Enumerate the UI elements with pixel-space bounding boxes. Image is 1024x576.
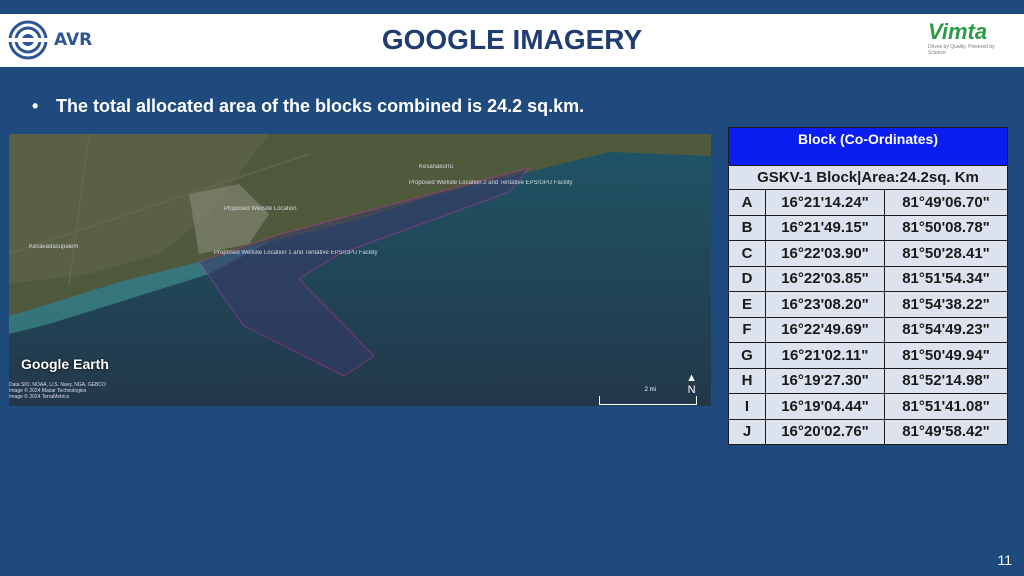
point-label: A — [728, 189, 766, 216]
table-row: G 16°21'02.11" 81°50'49.94" — [728, 342, 1008, 369]
map-scale-label: 2 mi — [644, 387, 656, 393]
table-subheader: GSKV-1 Block|Area:24.2sq. Km — [728, 165, 1008, 190]
point-label: H — [728, 367, 766, 394]
longitude-cell: 81°51'41.08" — [884, 393, 1008, 420]
table-row: E 16°23'08.20" 81°54'38.22" — [728, 291, 1008, 318]
longitude-cell: 81°50'28.41" — [884, 240, 1008, 267]
slide-header: AVR GOOGLE IMAGERY Vimta Drives by Quali… — [0, 14, 1024, 67]
point-label: I — [728, 393, 766, 420]
map-label-town: Kesavadasupalem — [29, 244, 79, 250]
point-label: G — [728, 342, 766, 369]
page-number: 11 — [997, 552, 1012, 568]
longitude-cell: 81°50'49.94" — [884, 342, 1008, 369]
longitude-cell: 81°49'58.42" — [884, 418, 1008, 445]
map-label-location1: Proposed Wellsite Location 1 and Tentati… — [214, 250, 378, 256]
map-label-location2: Proposed Wellsite Location 2 and Tentati… — [409, 180, 573, 186]
table-row: I 16°19'04.44" 81°51'41.08" — [728, 393, 1008, 420]
latitude-cell: 16°22'03.85" — [765, 265, 885, 292]
point-label: B — [728, 214, 766, 241]
table-row: C 16°22'03.90" 81°50'28.41" — [728, 240, 1008, 267]
longitude-cell: 81°50'08.78" — [884, 214, 1008, 241]
latitude-cell: 16°19'27.30" — [765, 367, 885, 394]
longitude-cell: 81°52'14.98" — [884, 367, 1008, 394]
bullet-text: The total allocated area of the blocks c… — [56, 96, 585, 116]
north-arrow-icon: ▲ N — [686, 372, 697, 396]
point-label: J — [728, 418, 766, 445]
map-graphic — [9, 134, 711, 406]
latitude-cell: 16°22'03.90" — [765, 240, 885, 267]
table-header: Block (Co-Ordinates) — [728, 127, 1008, 166]
table-row: D 16°22'03.85" 81°51'54.34" — [728, 265, 1008, 292]
longitude-cell: 81°54'38.22" — [884, 291, 1008, 318]
point-label: E — [728, 291, 766, 318]
google-earth-logo: Google Earth — [21, 356, 109, 372]
table-row: B 16°21'49.15" 81°50'08.78" — [728, 214, 1008, 241]
point-label: C — [728, 240, 766, 267]
vimta-logo: Vimta Drives by Quality, Powered by Scie… — [928, 20, 1010, 62]
vimta-logo-text: Vimta — [928, 19, 988, 44]
map-scale-bar: 2 mi — [599, 387, 697, 405]
table-row: F 16°22'49.69" 81°54'49.23" — [728, 316, 1008, 343]
satellite-map-image: Proposed Wellsite Location 2 and Tentati… — [9, 134, 711, 406]
map-credit-line: Image © 2024 TerraMetrics — [9, 394, 70, 400]
coordinates-table: Block (Co-Ordinates) GSKV-1 Block|Area:2… — [728, 127, 1008, 445]
latitude-cell: 16°21'14.24" — [765, 189, 885, 216]
map-label-town2: Kesanakurru — [419, 164, 454, 170]
point-label: F — [728, 316, 766, 343]
latitude-cell: 16°23'08.20" — [765, 291, 885, 318]
latitude-cell: 16°19'04.44" — [765, 393, 885, 420]
latitude-cell: 16°21'49.15" — [765, 214, 885, 241]
longitude-cell: 81°51'54.34" — [884, 265, 1008, 292]
table-row: J 16°20'02.76" 81°49'58.42" — [728, 418, 1008, 445]
page-title: GOOGLE IMAGERY — [381, 24, 643, 55]
map-credits: Data SIO, NOAA, U.S. Navy, NGA, GEBCO Im… — [9, 382, 106, 400]
point-label: D — [728, 265, 766, 292]
latitude-cell: 16°20'02.76" — [765, 418, 885, 445]
table-row: A 16°21'14.24" 81°49'06.70" — [728, 189, 1008, 216]
vimta-logo-tagline: Drives by Quality, Powered by Science — [928, 44, 995, 56]
longitude-cell: 81°49'06.70" — [884, 189, 1008, 216]
latitude-cell: 16°21'02.11" — [765, 342, 885, 369]
bullet-dot: • — [32, 96, 39, 116]
latitude-cell: 16°22'49.69" — [765, 316, 885, 343]
bullet-point: • The total allocated area of the blocks … — [32, 96, 584, 117]
longitude-cell: 81°54'49.23" — [884, 316, 1008, 343]
table-row: H 16°19'27.30" 81°52'14.98" — [728, 367, 1008, 394]
map-label-wellsite: Proposed Wellsite Location — [224, 206, 297, 212]
